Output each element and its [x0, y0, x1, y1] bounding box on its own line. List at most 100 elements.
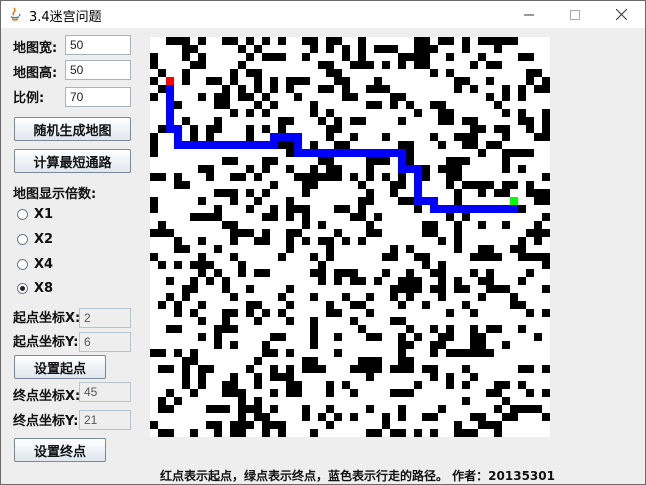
maze-wall-cell [454, 421, 462, 429]
maze-wall-cell [350, 133, 358, 141]
maze-wall-cell [238, 429, 246, 437]
maze-wall-cell [222, 277, 230, 285]
maze-wall-cell [278, 125, 286, 133]
set-start-button[interactable]: 设置起点 [14, 355, 106, 379]
maze-wall-cell [158, 301, 166, 309]
maze-wall-cell [470, 141, 478, 149]
zoom-option-x1[interactable]: X1 [17, 205, 53, 223]
radio-x2[interactable] [17, 233, 28, 245]
maze-wall-cell [206, 421, 214, 429]
maze-wall-cell [518, 245, 526, 253]
maze-wall-cell [494, 189, 502, 197]
maximize-button[interactable] [552, 1, 598, 28]
zoom-option-x8[interactable]: X8 [17, 279, 53, 297]
maze-wall-cell [430, 229, 438, 237]
maze-wall-cell [254, 77, 262, 85]
start-x-label: 起点坐标X: [13, 311, 81, 326]
maze-wall-cell [446, 157, 454, 165]
maze-path-cell [198, 141, 206, 149]
maze-wall-cell [270, 405, 278, 413]
maze-wall-cell [486, 77, 494, 85]
maze-wall-cell [310, 357, 318, 365]
maze-wall-cell [190, 429, 198, 437]
maze-wall-cell [262, 93, 270, 101]
map-height-field[interactable]: 50 [65, 60, 131, 80]
maze-path-cell [414, 197, 422, 205]
maze-wall-cell [382, 421, 390, 429]
radio-x8[interactable] [17, 282, 28, 294]
map-width-field[interactable]: 50 [65, 35, 131, 55]
maze-wall-cell [198, 269, 206, 277]
maze-wall-cell [334, 37, 342, 45]
zoom-option-x2[interactable]: X2 [17, 230, 53, 248]
maze-path-cell [238, 141, 246, 149]
maze-wall-cell [398, 173, 406, 181]
maze-wall-cell [310, 165, 318, 173]
maze-wall-cell [414, 253, 422, 261]
maze-wall-cell [446, 53, 454, 61]
start-x-field[interactable]: 2 [79, 308, 131, 328]
minimize-button[interactable] [506, 1, 552, 28]
maze-wall-cell [150, 53, 158, 61]
maze-wall-cell [310, 269, 318, 277]
maze-wall-cell [222, 101, 230, 109]
maze-path-cell [278, 133, 286, 141]
end-y-field[interactable]: 21 [79, 410, 131, 430]
end-x-field[interactable]: 45 [79, 382, 131, 402]
ratio-label: 比例: [13, 91, 45, 106]
maze-wall-cell [198, 317, 206, 325]
maze-wall-cell [214, 213, 222, 221]
maze-wall-cell [518, 365, 526, 373]
maze-wall-cell [358, 37, 366, 45]
start-y-field[interactable]: 6 [79, 332, 131, 352]
maze-wall-cell [502, 37, 510, 45]
maze-wall-cell [302, 221, 310, 229]
maze-wall-cell [398, 365, 406, 373]
maze-wall-cell [446, 69, 454, 77]
maze-wall-cell [278, 141, 286, 149]
maze-wall-cell [286, 349, 294, 357]
maze-wall-cell [150, 173, 158, 181]
generate-map-button[interactable]: 随机生成地图 [14, 117, 131, 141]
maze-wall-cell [382, 157, 390, 165]
maze-wall-cell [326, 309, 334, 317]
maze-wall-cell [526, 181, 534, 189]
close-button[interactable] [598, 1, 644, 28]
ratio-field[interactable]: 70 [65, 87, 131, 107]
maze-wall-cell [214, 101, 222, 109]
maze-path-cell [438, 205, 446, 213]
maze-wall-cell [366, 293, 374, 301]
radio-x4[interactable] [17, 258, 28, 270]
zoom-option-x4[interactable]: X4 [17, 255, 53, 273]
maze-wall-cell [382, 133, 390, 141]
maze-wall-cell [462, 157, 470, 165]
maze-wall-cell [166, 37, 174, 45]
maze-wall-cell [430, 341, 438, 349]
maze-wall-cell [382, 269, 390, 277]
maze-wall-cell [294, 205, 302, 213]
maze-wall-cell [446, 333, 454, 341]
maze-wall-cell [190, 349, 198, 357]
zoom-option-label: X1 [34, 206, 54, 222]
maze-wall-cell [446, 373, 454, 381]
set-end-button[interactable]: 设置终点 [14, 438, 106, 462]
maze-wall-cell [262, 341, 270, 349]
maze-wall-cell [518, 301, 526, 309]
maze-wall-cell [286, 117, 294, 125]
maze-wall-cell [438, 261, 446, 269]
compute-path-button[interactable]: 计算最短通路 [14, 149, 131, 173]
maze-wall-cell [222, 85, 230, 93]
maze-wall-cell [350, 317, 358, 325]
maze-wall-cell [246, 125, 254, 133]
maze-wall-cell [422, 45, 430, 53]
maze-wall-cell [406, 357, 414, 365]
maze-wall-cell [454, 429, 462, 437]
maze-wall-cell [254, 237, 262, 245]
radio-x1[interactable] [17, 208, 28, 220]
maze-wall-cell [326, 253, 334, 261]
maze-wall-cell [542, 389, 550, 397]
maze-wall-cell [302, 405, 310, 413]
maze-wall-cell [286, 365, 294, 373]
maze-wall-cell [502, 133, 510, 141]
maze-wall-cell [342, 141, 350, 149]
